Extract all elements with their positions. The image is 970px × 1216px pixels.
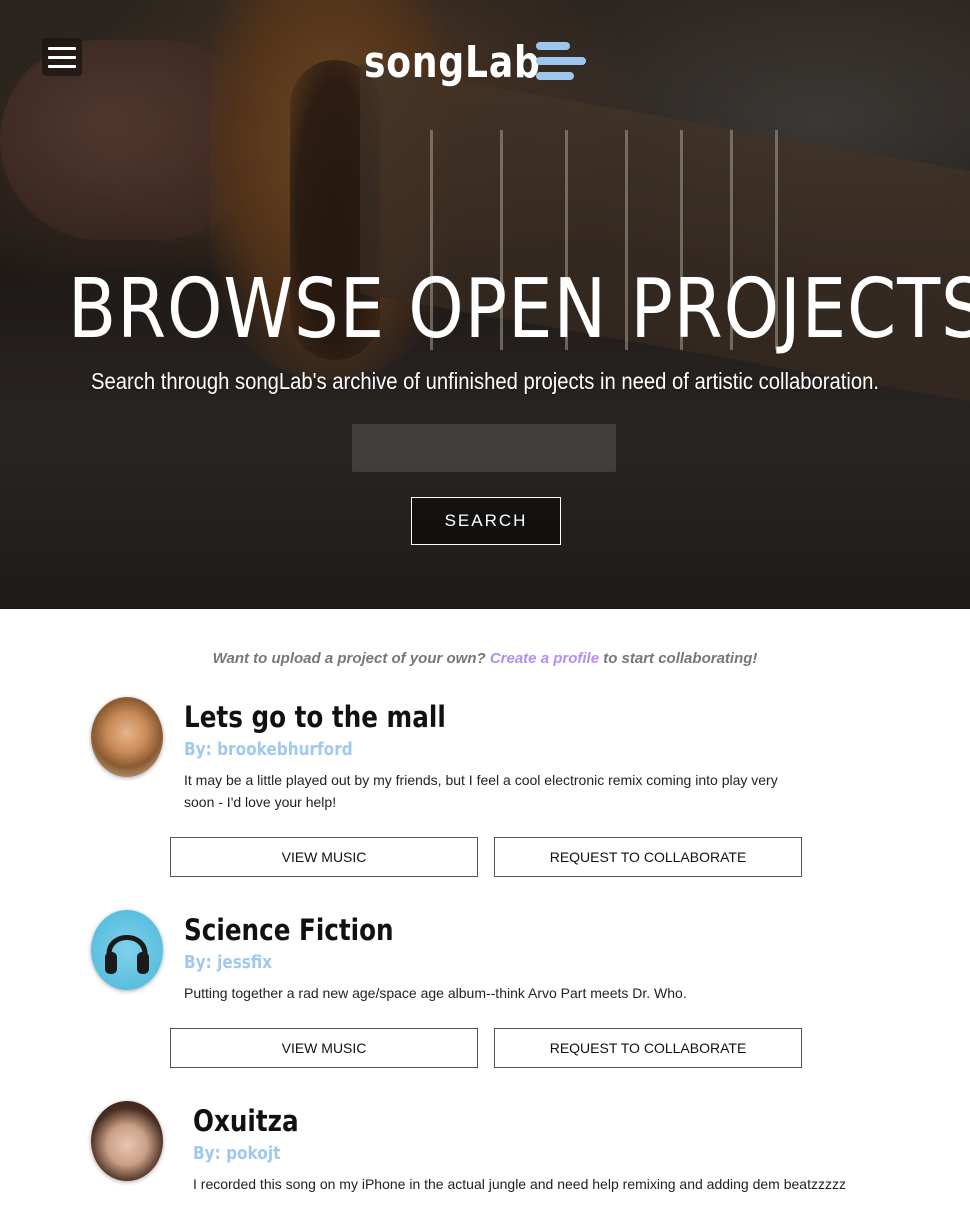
project-title[interactable]: Lets go to the mall bbox=[184, 700, 446, 734]
project-author[interactable]: By: pokojt bbox=[193, 1143, 280, 1164]
project-title[interactable]: Science Fiction bbox=[184, 913, 394, 947]
page-title: BROWSE OPEN PROJECTS bbox=[67, 262, 970, 357]
avatar[interactable] bbox=[91, 910, 163, 990]
menu-bar bbox=[48, 46, 76, 50]
hamburger-menu-icon[interactable] bbox=[42, 38, 82, 76]
upload-prompt-text-end: to start collaborating! bbox=[599, 650, 758, 667]
search-input[interactable] bbox=[352, 424, 616, 472]
request-collaborate-button[interactable]: REQUEST TO COLLABORATE bbox=[494, 1028, 802, 1068]
avatar[interactable] bbox=[91, 1101, 163, 1181]
project-title[interactable]: Oxuitza bbox=[193, 1104, 299, 1138]
hero-banner: songLab BROWSE OPEN PROJECTS Search thro… bbox=[0, 0, 970, 609]
request-collaborate-button[interactable]: REQUEST TO COLLABORATE bbox=[494, 837, 802, 877]
bars-icon bbox=[536, 42, 588, 80]
project-author[interactable]: By: jessfix bbox=[184, 952, 272, 973]
menu-bar bbox=[48, 55, 76, 59]
avatar[interactable] bbox=[91, 697, 163, 777]
view-music-button[interactable]: VIEW MUSIC bbox=[170, 1028, 478, 1068]
site-logo[interactable]: songLab bbox=[364, 34, 586, 90]
upload-prompt-text: Want to upload a project of your own? bbox=[212, 650, 490, 667]
project-description: I recorded this song on my iPhone in the… bbox=[193, 1176, 846, 1192]
project-description: It may be a little played out by my frie… bbox=[184, 772, 778, 810]
logo-text: songLab bbox=[364, 36, 541, 88]
upload-prompt: Want to upload a project of your own? Cr… bbox=[0, 650, 970, 667]
view-music-button[interactable]: VIEW MUSIC bbox=[170, 837, 478, 877]
project-description: Putting together a rad new age/space age… bbox=[184, 985, 687, 1001]
create-profile-link[interactable]: Create a profile bbox=[490, 650, 599, 667]
page-subtitle: Search through songLab's archive of unfi… bbox=[90, 368, 880, 394]
search-button[interactable]: SEARCH bbox=[411, 497, 561, 545]
menu-bar bbox=[48, 64, 76, 68]
project-author[interactable]: By: brookebhurford bbox=[184, 739, 353, 760]
headphones-icon bbox=[105, 935, 149, 974]
